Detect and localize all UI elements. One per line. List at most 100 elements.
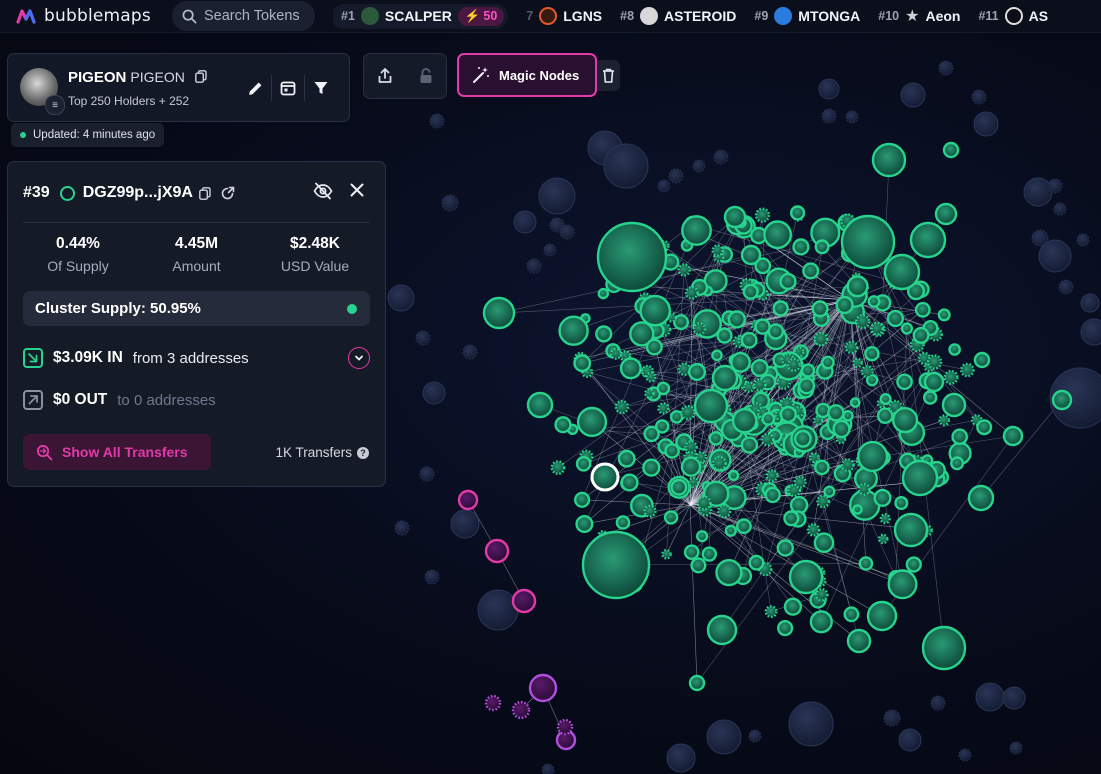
holder-bubble[interactable] [1023, 177, 1053, 207]
holder-bubble[interactable] [748, 729, 762, 743]
holder-bubble[interactable] [914, 301, 931, 318]
holder-bubble[interactable] [462, 344, 478, 360]
holder-bubble[interactable] [821, 108, 837, 124]
close-icon[interactable] [349, 182, 365, 198]
magic-nodes-button[interactable]: Magic Nodes [457, 53, 597, 97]
cluster-supply-row[interactable]: Cluster Supply: 50.95% [23, 291, 370, 326]
holder-bubble[interactable] [823, 485, 836, 498]
ticker-item-mtonga[interactable]: #9 MTONGA [754, 7, 860, 25]
holder-bubble[interactable] [688, 674, 706, 692]
holder-bubble[interactable] [943, 369, 959, 385]
holder-bubble[interactable] [1051, 389, 1073, 411]
holder-bubble[interactable] [840, 214, 896, 270]
clear-magic-nodes-button[interactable] [597, 60, 620, 91]
copy-icon[interactable] [199, 186, 211, 200]
holder-bubble[interactable] [975, 682, 1005, 712]
holder-bubble[interactable] [849, 397, 861, 408]
magic-node-bubble[interactable] [511, 588, 537, 614]
holder-bubble[interactable] [664, 443, 680, 459]
holder-bubble[interactable] [886, 309, 905, 328]
holder-bubble[interactable] [832, 419, 851, 439]
holder-bubble[interactable] [657, 179, 671, 193]
holder-bubble[interactable] [614, 399, 630, 415]
holder-bubble[interactable] [942, 141, 960, 159]
holder-bubble[interactable] [1038, 239, 1072, 273]
holder-bubble[interactable] [596, 221, 668, 293]
holder-bubble[interactable] [764, 486, 781, 504]
holder-bubble[interactable] [559, 224, 575, 240]
ticker-item-aeon[interactable]: #10 ★ Aeon [878, 6, 960, 26]
holder-bubble[interactable] [976, 419, 993, 436]
search-input[interactable]: Search Tokens [172, 1, 315, 31]
holder-bubble[interactable] [727, 310, 746, 329]
holder-bubble[interactable] [764, 605, 778, 619]
holder-bubble[interactable] [779, 272, 797, 291]
holder-bubble[interactable] [429, 113, 445, 129]
holder-bubble[interactable] [788, 701, 834, 747]
holder-bubble[interactable] [852, 357, 863, 369]
holder-bubble[interactable] [692, 159, 706, 173]
holder-bubble[interactable] [706, 614, 738, 646]
holder-bubble[interactable] [973, 351, 991, 369]
holder-bubble[interactable] [669, 410, 684, 424]
holder-bubble[interactable] [814, 239, 830, 255]
holder-bubble[interactable] [643, 504, 657, 518]
ticker-item-as[interactable]: #11 AS [978, 7, 1048, 25]
holder-bubble[interactable] [684, 440, 698, 454]
lock-icon[interactable] [417, 67, 435, 85]
holder-bubble[interactable] [900, 82, 926, 108]
holder-bubble[interactable] [645, 338, 663, 356]
hide-eye-icon[interactable] [313, 182, 333, 200]
holder-bubble[interactable] [818, 78, 840, 100]
holder-bubble[interactable] [597, 287, 609, 300]
holder-bubble[interactable] [860, 365, 874, 379]
holder-bubble[interactable] [896, 373, 913, 391]
holder-bubble[interactable] [642, 458, 661, 477]
holder-bubble[interactable] [950, 456, 965, 471]
show-all-transfers-button[interactable]: Show All Transfers [23, 434, 211, 470]
holder-bubble[interactable] [740, 244, 762, 266]
holder-bubble[interactable] [526, 258, 542, 274]
holder-bubble[interactable] [857, 482, 871, 496]
holder-bubble[interactable] [575, 515, 594, 534]
holder-bubble[interactable] [711, 364, 739, 392]
magic-node-bubble[interactable] [528, 673, 558, 703]
edit-button[interactable] [239, 74, 271, 102]
holder-bubble[interactable] [866, 600, 898, 632]
holder-bubble[interactable] [620, 473, 639, 492]
holder-bubble[interactable] [870, 321, 884, 336]
holder-bubble[interactable] [864, 346, 880, 362]
holder-bubble[interactable] [893, 512, 929, 548]
holder-bubble[interactable] [477, 589, 519, 631]
holder-bubble[interactable] [912, 326, 930, 344]
holder-bubble[interactable] [595, 325, 613, 343]
date-range-button[interactable] [272, 74, 304, 102]
holder-bubble[interactable] [779, 405, 797, 424]
holder-bubble[interactable] [668, 168, 684, 184]
holder-bubble[interactable] [835, 295, 854, 315]
holder-bubble[interactable] [692, 322, 706, 336]
holder-bubble[interactable] [926, 354, 943, 370]
holder-bubble[interactable] [905, 556, 922, 573]
magic-node-bubble[interactable] [457, 489, 479, 511]
holder-bubble[interactable] [806, 523, 821, 537]
holder-bubble[interactable] [754, 318, 771, 335]
external-link-icon[interactable] [221, 186, 235, 200]
holder-bubble[interactable] [576, 406, 608, 437]
transfers-in-row[interactable]: $3.09K IN from 3 addresses [23, 347, 370, 369]
holder-bubble[interactable] [821, 355, 835, 370]
holder-bubble[interactable] [695, 530, 709, 543]
holder-bubble[interactable] [934, 202, 958, 226]
holder-bubble[interactable] [827, 404, 845, 422]
holder-bubble[interactable] [894, 496, 909, 511]
holder-bubble[interactable] [693, 388, 729, 424]
holder-bubble[interactable] [617, 449, 636, 468]
holder-bubble[interactable] [815, 587, 829, 602]
holder-bubble[interactable] [760, 432, 775, 447]
holder-bubble[interactable] [879, 393, 892, 406]
ticker-item-asteroid[interactable]: #8 ASTEROID [620, 7, 736, 25]
holder-bubble[interactable] [639, 294, 672, 327]
holder-bubble[interactable] [971, 89, 987, 105]
holder-bubble[interactable] [724, 524, 737, 537]
holder-bubble[interactable] [1053, 202, 1067, 216]
